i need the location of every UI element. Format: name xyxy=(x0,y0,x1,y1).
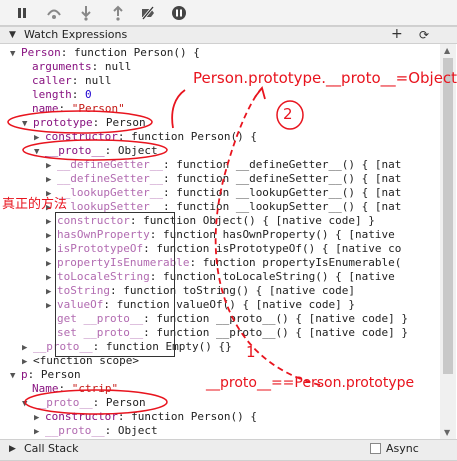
tree-row-p-name: Name: "ctrip" xyxy=(32,382,119,395)
tree-row-proto-object[interactable]: ▼ __proto__: Object xyxy=(34,144,158,158)
tree-row-p-proto[interactable]: ▼ __proto__: Person xyxy=(22,396,146,410)
debugger-toolbar xyxy=(0,0,457,26)
deactivate-breakpoints-icon[interactable] xyxy=(140,5,156,21)
collapsed-arrow-icon[interactable]: ▶ xyxy=(34,425,45,439)
expanded-arrow-icon[interactable]: ▼ xyxy=(10,369,21,383)
expanded-arrow-icon[interactable]: ▼ xyxy=(22,117,33,131)
annotation-real-methods: 真正的方法 xyxy=(2,197,68,212)
watch-expressions-header[interactable]: ▼ Watch Expressions + ⟳ xyxy=(0,26,457,44)
collapsed-arrow-icon[interactable]: ▶ xyxy=(9,440,16,458)
annotation-bottom-text: __proto__==Person.prototype xyxy=(206,375,415,391)
tree-row-caller: caller: null xyxy=(32,74,112,87)
watch-expressions-title: Watch Expressions xyxy=(24,28,128,41)
collapsed-arrow-icon[interactable]: ▶ xyxy=(46,159,57,173)
async-label: Async xyxy=(386,442,419,455)
tree-row-prototype[interactable]: ▼ prototype: Person xyxy=(22,116,146,130)
expanded-arrow-icon[interactable]: ▼ xyxy=(22,397,33,411)
annotation-number-two: 2 xyxy=(283,105,293,123)
collapsed-arrow-icon[interactable]: ▶ xyxy=(46,173,57,187)
step-over-icon[interactable] xyxy=(46,5,62,21)
tree-row-name: name: "Person" xyxy=(32,102,125,115)
annotation-number-one: 1 xyxy=(246,343,256,361)
add-expression-button[interactable]: + xyxy=(391,26,403,42)
async-checkbox[interactable] xyxy=(370,443,381,454)
tree-row-p-proto-object[interactable]: ▶ __proto__: Object xyxy=(34,424,158,438)
tree-row-arguments: arguments: null xyxy=(32,60,132,73)
tree-row-length: length: 0 xyxy=(32,88,92,101)
collapsed-arrow-icon[interactable]: ▶ xyxy=(22,355,33,369)
scroll-down-icon[interactable]: ▼ xyxy=(444,428,450,437)
collapsed-arrow-icon[interactable]: ▶ xyxy=(34,131,45,145)
scroll-thumb[interactable] xyxy=(443,58,453,374)
tree-row-p[interactable]: ▼ p: Person xyxy=(10,368,81,382)
pause-on-exceptions-icon[interactable] xyxy=(171,5,187,21)
tree-row-lookup-getter[interactable]: ▶ __lookupGetter__: function __lookupGett… xyxy=(46,186,401,200)
pause-icon[interactable] xyxy=(14,5,30,21)
tree-row-person[interactable]: ▼ Person: function Person() { xyxy=(10,46,200,60)
vertical-scrollbar[interactable]: ▲ ▼ xyxy=(440,44,456,440)
expanded-arrow-icon[interactable]: ▼ xyxy=(10,47,21,61)
tree-row-define-setter[interactable]: ▶ __defineSetter__: function __defineSett… xyxy=(46,172,401,186)
call-stack-header[interactable]: ▶ Call Stack Async xyxy=(0,439,457,461)
call-stack-title: Call Stack xyxy=(24,442,79,455)
methods-highlight-box xyxy=(55,212,175,357)
tree-row-define-getter[interactable]: ▶ __defineGetter__: function __defineGett… xyxy=(46,158,401,172)
step-into-icon[interactable] xyxy=(78,5,94,21)
scroll-up-icon[interactable]: ▲ xyxy=(444,46,450,55)
tree-row-constructor[interactable]: ▶ constructor: function Person() { xyxy=(34,130,257,144)
refresh-icon[interactable]: ⟳ xyxy=(419,27,429,43)
step-out-icon[interactable] xyxy=(110,5,126,21)
annotation-top-text: Person.prototype.__proto__=Object xyxy=(193,69,457,87)
expand-arrow-icon[interactable]: ▼ xyxy=(9,27,16,43)
expanded-arrow-icon[interactable]: ▼ xyxy=(34,145,45,159)
tree-row-p-constructor[interactable]: ▶ constructor: function Person() { xyxy=(34,410,257,424)
collapsed-arrow-icon[interactable]: ▶ xyxy=(22,341,33,355)
collapsed-arrow-icon[interactable]: ▶ xyxy=(34,411,45,425)
